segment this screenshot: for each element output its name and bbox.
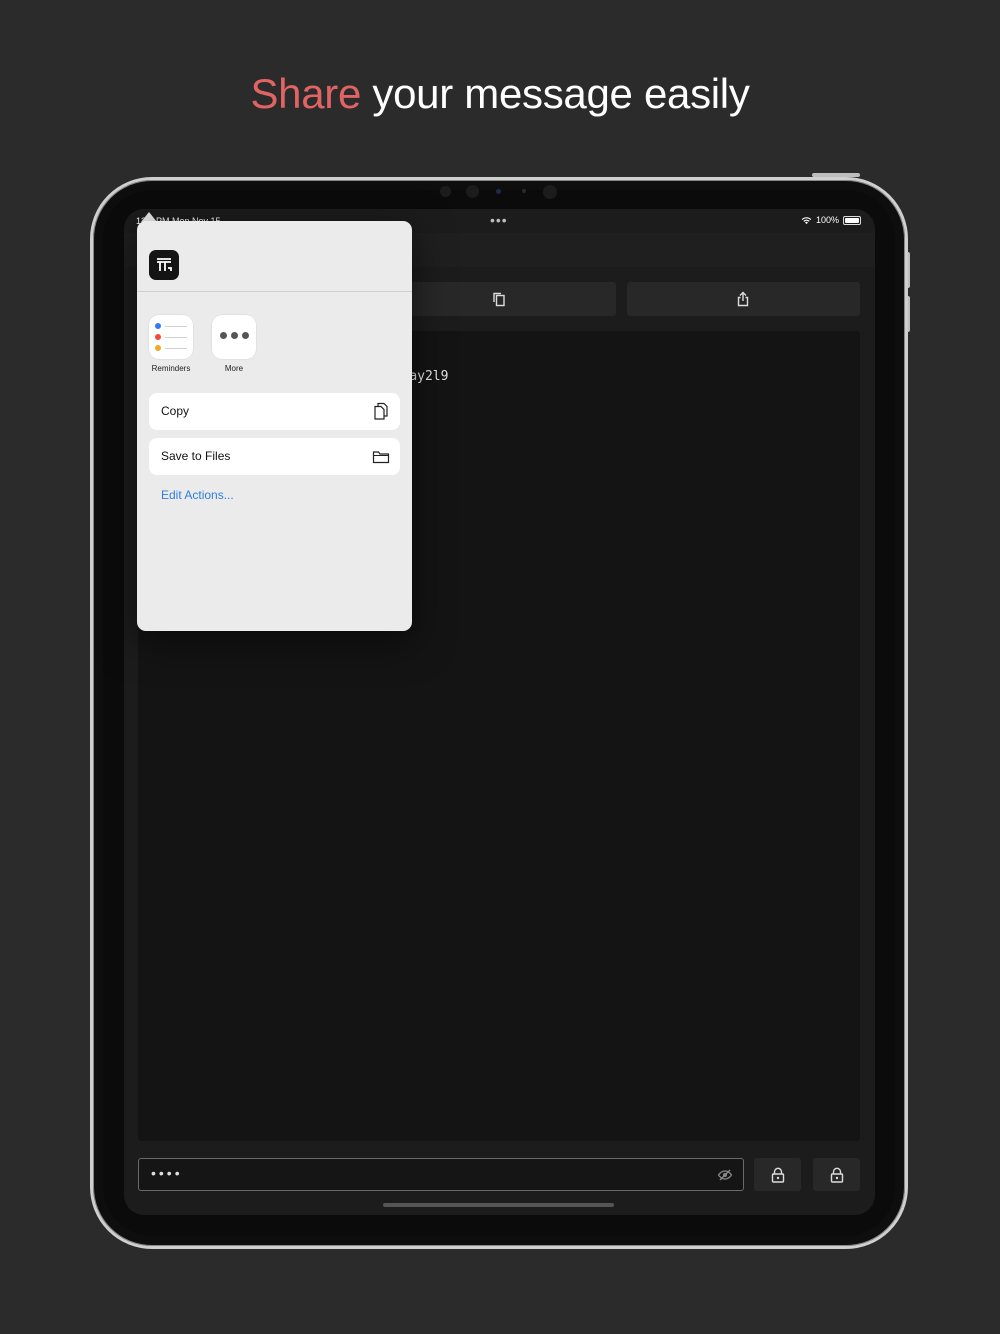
decrypt-button[interactable]	[813, 1158, 860, 1191]
edit-actions-link[interactable]: Edit Actions...	[161, 488, 234, 502]
share-app-label: More	[224, 364, 244, 373]
headline-accent: Share	[250, 70, 362, 117]
copy-icon	[493, 292, 505, 307]
folder-icon	[372, 451, 390, 464]
eye-slash-icon[interactable]	[717, 1167, 733, 1183]
copy-documents-icon	[374, 402, 388, 420]
copy-button[interactable]	[382, 282, 616, 316]
battery-percent: 100%	[815, 215, 839, 225]
share-app-label: Reminders	[151, 364, 191, 373]
copy-action[interactable]: Copy	[149, 393, 400, 430]
action-label: Copy	[161, 404, 190, 418]
share-sheet-header	[137, 221, 412, 292]
app-logo-icon	[157, 258, 172, 271]
share-icon	[738, 291, 749, 307]
password-field[interactable]: ••••	[138, 1158, 744, 1191]
share-app-reminders[interactable]: Reminders	[149, 315, 193, 373]
share-button[interactable]	[626, 282, 860, 316]
app-icon	[149, 250, 179, 280]
multitasking-dots[interactable]: •••	[490, 212, 508, 228]
share-sheet: Reminders More Copy Save to Files Edit A…	[137, 221, 412, 631]
lock-icon	[771, 1167, 784, 1183]
headline-rest: your message easily	[361, 70, 750, 117]
more-icon	[212, 315, 256, 359]
camera-bar	[440, 184, 570, 200]
password-masked: ••••	[151, 1165, 183, 1181]
home-indicator	[383, 1203, 614, 1207]
encrypt-button[interactable]	[754, 1158, 801, 1191]
action-label: Save to Files	[161, 449, 231, 463]
wifi-icon	[801, 216, 812, 224]
unlock-icon	[830, 1167, 843, 1183]
share-apps-row: Reminders More	[149, 315, 256, 373]
headline: Share your message easily	[0, 70, 1000, 118]
share-app-more[interactable]: More	[212, 315, 256, 373]
battery-icon	[843, 215, 861, 225]
save-to-files-action[interactable]: Save to Files	[149, 438, 400, 475]
reminders-icon	[149, 315, 193, 359]
